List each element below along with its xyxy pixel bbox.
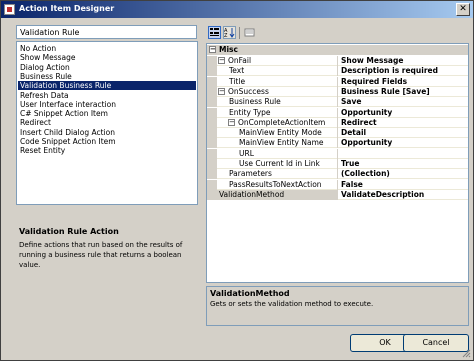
row-gutter	[207, 86, 217, 97]
row-gutter	[207, 148, 217, 159]
row-gutter	[207, 189, 217, 200]
help-panel: ValidationMethod Gets or sets the valida…	[206, 286, 469, 326]
row-gutter	[207, 97, 217, 108]
categorized-icon[interactable]	[208, 26, 221, 39]
property-value[interactable]: Description is required	[337, 66, 467, 77]
action-list-item[interactable]: User Interface interaction	[18, 100, 196, 109]
action-list-item[interactable]: Reset Entity	[18, 146, 196, 155]
collapse-icon[interactable]: −	[209, 46, 216, 53]
property-value[interactable]: True	[337, 159, 467, 169]
property-name: URL	[239, 148, 254, 158]
property-row[interactable]: − OnSuccess Business Rule [Save]	[207, 86, 468, 97]
property-row[interactable]: Title Required Fields	[207, 76, 468, 87]
property-row[interactable]: Parameters (Collection)	[207, 169, 468, 180]
property-row[interactable]: MainView Entity Name Opportunity	[207, 138, 468, 149]
description-text: Define actions that run based on the res…	[19, 241, 183, 269]
property-value[interactable]: Redirect	[337, 117, 467, 128]
cancel-button[interactable]: Cancel	[403, 334, 469, 352]
property-row[interactable]: − OnFail Show Message	[207, 56, 468, 66]
description-panel: Validation Rule Action Define actions th…	[16, 227, 201, 287]
property-row[interactable]: Text Description is required	[207, 66, 468, 77]
property-value[interactable]: ValidateDescription	[337, 189, 467, 200]
row-gutter	[207, 117, 217, 128]
property-name: Parameters	[229, 169, 272, 179]
action-list-item[interactable]: Dialog Action	[18, 63, 196, 72]
help-title: ValidationMethod	[210, 289, 290, 298]
toolbar-separator	[239, 27, 240, 39]
property-name: Use Current Id in Link	[239, 159, 320, 168]
property-value[interactable]: Show Message	[337, 56, 467, 66]
action-type-value: Validation Rule	[20, 28, 80, 37]
row-gutter	[207, 107, 217, 118]
property-name: OnSuccess	[228, 86, 269, 96]
property-name: Text	[229, 66, 245, 76]
alphabetical-icon[interactable]: AZ	[223, 26, 236, 39]
property-name: Title	[229, 76, 246, 86]
action-type-input[interactable]: Validation Rule	[16, 25, 197, 39]
property-grid-toolbar: AZ	[206, 25, 466, 41]
title-bar[interactable]: Action Item Designer ✕	[1, 1, 473, 18]
property-row[interactable]: ValidationMethod ValidateDescription	[207, 189, 468, 200]
action-item-designer-window: Action Item Designer ✕ Validation Rule N…	[0, 0, 474, 361]
action-list-item[interactable]: Code Snippet Action Item	[18, 137, 196, 146]
property-value[interactable]: Opportunity	[337, 107, 467, 118]
property-name: Entity Type	[229, 107, 271, 117]
action-list-item[interactable]: Validation Business Rule	[18, 81, 196, 91]
property-value[interactable]: (Collection)	[337, 169, 467, 180]
row-gutter	[207, 169, 217, 180]
action-list-item[interactable]: C# Snippet Action Item	[18, 109, 196, 118]
property-row[interactable]: PassResultsToNextAction False	[207, 179, 468, 190]
svg-text:Z: Z	[224, 33, 228, 38]
property-value[interactable]: Opportunity	[337, 138, 467, 149]
property-row[interactable]: URL	[207, 148, 468, 159]
row-gutter	[207, 66, 217, 77]
property-name: OnCompleteActionItem	[238, 117, 326, 127]
property-value[interactable]	[337, 148, 467, 159]
property-name: ValidationMethod	[219, 189, 285, 200]
category-label: Misc	[219, 45, 238, 54]
help-text: Gets or sets the validation method to ex…	[210, 300, 374, 308]
property-name: OnFail	[228, 56, 252, 65]
property-row[interactable]: − OnCompleteActionItem Redirect	[207, 117, 468, 128]
row-gutter	[207, 56, 217, 66]
property-grid[interactable]: − Misc − OnFail Show Message Text Descriptio…	[206, 43, 469, 283]
action-list[interactable]: No Action Show Message Dialog Action Busine…	[16, 41, 198, 205]
action-list-item[interactable]: Refresh Data	[18, 91, 196, 100]
property-name: MainView Entity Name	[239, 138, 324, 148]
row-gutter	[207, 76, 217, 87]
row-gutter	[207, 128, 217, 139]
action-list-item[interactable]: Insert Child Dialog Action	[18, 128, 196, 137]
row-gutter	[207, 159, 217, 169]
property-value[interactable]: False	[337, 179, 467, 190]
category-row[interactable]: − Misc	[207, 45, 468, 55]
close-button[interactable]: ✕	[456, 3, 470, 16]
row-gutter	[207, 138, 217, 149]
action-list-item[interactable]: No Action	[18, 44, 196, 53]
window-title: Action Item Designer	[19, 4, 115, 13]
property-row[interactable]: Business Rule Save	[207, 97, 468, 108]
description-title: Validation Rule Action	[19, 227, 119, 236]
property-value[interactable]: Business Rule [Save]	[337, 86, 467, 97]
property-row[interactable]: Use Current Id in Link True	[207, 159, 468, 169]
property-row[interactable]: MainView Entity Mode Detail	[207, 128, 468, 139]
property-name: MainView Entity Mode	[239, 128, 322, 138]
property-pages-icon[interactable]	[243, 26, 256, 39]
resize-grip-icon[interactable]	[461, 348, 471, 358]
action-list-item[interactable]: Business Rule	[18, 72, 196, 81]
property-value[interactable]: Detail	[337, 128, 467, 139]
action-list-item[interactable]: Show Message	[18, 53, 196, 62]
action-list-item[interactable]: Redirect	[18, 118, 196, 127]
property-name-cell	[217, 149, 337, 159]
row-gutter	[207, 179, 217, 190]
property-value[interactable]: Required Fields	[337, 76, 467, 87]
property-value[interactable]: Save	[337, 97, 467, 108]
app-icon	[4, 4, 15, 15]
property-row[interactable]: Entity Type Opportunity	[207, 107, 468, 118]
property-name: Business Rule	[229, 97, 281, 107]
property-name: PassResultsToNextAction	[229, 179, 322, 189]
